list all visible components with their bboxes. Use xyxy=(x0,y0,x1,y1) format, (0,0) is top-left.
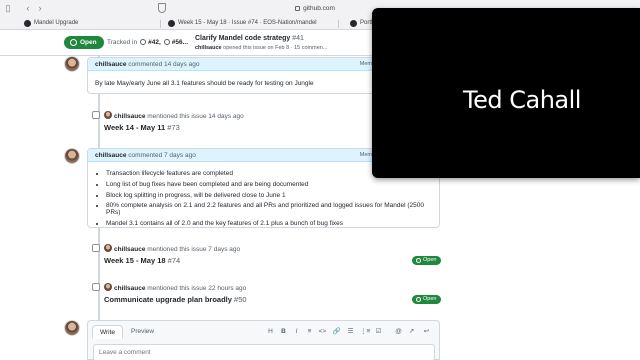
issue-state-label: Open xyxy=(80,39,97,46)
issue-meta-text: opened this issue on Feb 8 · 15 commen..… xyxy=(223,45,328,51)
issue-number: #41 xyxy=(292,35,304,42)
issue-title: Clarify Mandel code strategy #41 xyxy=(195,35,304,42)
member-badge: Mem xyxy=(359,61,372,67)
reference-issue-title: Communicate upgrade plan broadly xyxy=(104,295,232,304)
heading-icon[interactable]: H xyxy=(266,327,275,336)
issue-open-icon xyxy=(416,258,421,263)
tracked-in-label: Tracked in xyxy=(107,39,138,46)
tab-preview[interactable]: Preview xyxy=(124,325,161,339)
reply-icon[interactable]: ↩ xyxy=(422,327,431,336)
comment-timestamp[interactable]: commented 14 days ago xyxy=(128,61,199,68)
cross-reference-icon[interactable]: ↗ xyxy=(407,327,416,336)
tab-divider xyxy=(338,20,339,28)
issue-state-label: Open xyxy=(423,296,437,302)
issue-author-link[interactable]: chillsauce xyxy=(195,45,222,51)
link-icon[interactable]: 🔗 xyxy=(332,327,341,336)
avatar[interactable] xyxy=(64,56,80,72)
comment-author-link[interactable]: chillsauce xyxy=(95,152,126,159)
list-item: Block log splitting in progress, will be… xyxy=(106,192,432,200)
list-item: Mandel 3.1 contains all of 2.0 and the k… xyxy=(106,220,432,228)
browser-tab[interactable]: Mandel Upgrade xyxy=(24,18,134,29)
reference-author-link[interactable]: chillsauce xyxy=(114,285,145,292)
comment-input[interactable]: Leave a comment xyxy=(93,344,435,360)
mention-icon[interactable]: @ xyxy=(394,327,403,336)
browser-tab-label: Week 15 - May 18 · Issue #74 · EOS-Natio… xyxy=(178,20,317,26)
avatar[interactable] xyxy=(104,111,112,119)
comment-timestamp[interactable]: commented 7 days ago xyxy=(128,152,196,159)
issue-state-badge: Open xyxy=(64,36,104,49)
cross-reference-icon xyxy=(92,111,100,119)
reference-issue-title: Week 15 - May 18 xyxy=(104,256,166,265)
issue-circle-icon xyxy=(163,39,170,45)
reference-line: chillsauce mentioned this issue 22 hours… xyxy=(104,283,246,292)
github-icon xyxy=(168,20,175,27)
reference-author-link[interactable]: chillsauce xyxy=(114,246,145,253)
browser-tab-label: Portf xyxy=(360,20,373,26)
comment-composer: Write Preview H B I ≡ <> 🔗 ☰ ⋮≡ ☑ @ ↗ ↩ … xyxy=(87,320,440,360)
avatar[interactable] xyxy=(104,244,112,252)
list-item: 80% complete analysis on 2.1 and 2.2 fea… xyxy=(106,203,432,216)
reference-author-link[interactable]: chillsauce xyxy=(114,113,145,120)
tab-divider xyxy=(160,20,161,28)
bulleted-list-icon[interactable]: ☰ xyxy=(346,327,355,336)
shield-icon[interactable] xyxy=(158,3,166,13)
participant-name: Ted Cahall xyxy=(463,86,581,114)
reference-issue-number: #74 xyxy=(167,256,181,265)
timeline-reference-event: chillsauce mentioned this issue 22 hours… xyxy=(92,283,442,307)
tracked-in: Tracked in #42, #56... xyxy=(107,39,188,46)
avatar[interactable] xyxy=(64,320,80,336)
reference-action: mentioned this issue 22 hours ago xyxy=(147,285,247,292)
issue-state-badge: Open xyxy=(412,256,442,265)
issue-open-icon xyxy=(416,297,421,302)
issue-title-text: Clarify Mandel code strategy xyxy=(195,35,291,42)
sidebar-toggle-icon[interactable]: ▯ xyxy=(2,3,14,14)
tracked-issue-link[interactable]: #56... xyxy=(172,39,188,46)
reference-action: mentioned this issue 14 days ago xyxy=(147,113,244,120)
reference-issue-link[interactable]: Week 14 - May 11 #73 xyxy=(104,123,180,132)
reference-issue-link[interactable]: Communicate upgrade plan broadly #50 xyxy=(104,295,247,304)
video-overlay: Ted Cahall xyxy=(372,8,640,178)
task-list-icon[interactable]: ☑ xyxy=(374,327,383,336)
lock-icon xyxy=(295,6,301,11)
cross-reference-icon xyxy=(92,244,100,252)
url-text: github.com xyxy=(303,5,335,12)
browser-tab-label: Mandel Upgrade xyxy=(34,20,79,26)
italic-icon[interactable]: I xyxy=(292,327,301,336)
issue-state-badge: Open xyxy=(412,295,442,304)
comment-bullet-list: Transaction lifecycle features are compl… xyxy=(95,170,432,228)
github-icon xyxy=(350,20,357,27)
avatar[interactable] xyxy=(104,283,112,291)
reference-action: mentioned this issue 7 days ago xyxy=(147,246,241,253)
reference-issue-link[interactable]: Week 15 - May 18 #74 xyxy=(104,256,180,265)
reference-line: chillsauce mentioned this issue 14 days … xyxy=(104,111,244,120)
tracked-issue-link[interactable]: #42, xyxy=(148,39,161,46)
browser-tab[interactable]: Week 15 - May 18 · Issue #74 · EOS-Natio… xyxy=(168,18,328,29)
back-icon[interactable]: ‹ xyxy=(22,3,34,14)
reference-issue-title: Week 14 - May 11 xyxy=(104,123,166,132)
issue-open-icon xyxy=(70,39,77,46)
list-item: Long list of bug fixes have been complet… xyxy=(106,181,432,189)
reference-issue-number: #73 xyxy=(167,123,180,132)
forward-icon[interactable]: › xyxy=(34,3,46,14)
cross-reference-icon xyxy=(92,283,100,291)
quote-icon[interactable]: ≡ xyxy=(305,327,314,336)
comment-author-link[interactable]: chillsauce xyxy=(95,61,126,68)
code-icon[interactable]: <> xyxy=(318,327,327,336)
address-bar[interactable]: github.com xyxy=(250,3,380,14)
avatar[interactable] xyxy=(64,148,80,164)
timeline-reference-event: chillsauce mentioned this issue 7 days a… xyxy=(92,244,442,268)
tab-write[interactable]: Write xyxy=(92,325,124,339)
numbered-list-icon[interactable]: ⋮≡ xyxy=(360,327,370,336)
member-badge: Mem xyxy=(359,152,372,158)
reference-issue-number: #50 xyxy=(234,295,247,304)
github-icon xyxy=(24,20,31,27)
reference-line: chillsauce mentioned this issue 7 days a… xyxy=(104,244,240,253)
issue-state-label: Open xyxy=(423,257,437,263)
issue-meta: chillsauce opened this issue on Feb 8 · … xyxy=(195,45,327,51)
issue-circle-icon xyxy=(140,39,147,45)
bold-icon[interactable]: B xyxy=(279,327,288,336)
